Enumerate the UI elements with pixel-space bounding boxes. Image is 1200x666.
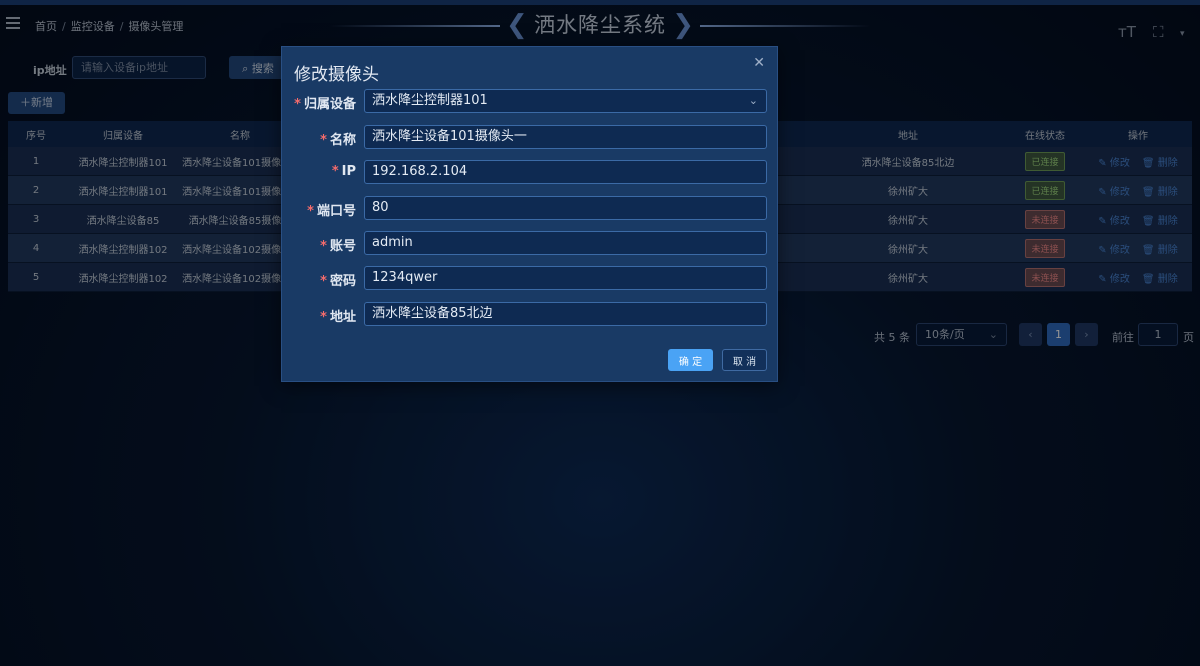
- form-row: * IP 192.168.2.104: [282, 160, 779, 184]
- field-input[interactable]: 192.168.2.104: [364, 160, 767, 184]
- form-row: * 地址 洒水降尘设备85北边: [282, 302, 779, 326]
- required-asterisk: *: [320, 239, 327, 254]
- form-row: * 名称 洒水降尘设备101摄像头一: [282, 125, 779, 149]
- field-input[interactable]: admin: [364, 231, 767, 255]
- field-label-text: 端口号: [316, 204, 356, 219]
- form-row: * 归属设备 洒水降尘控制器101 ⌄: [282, 89, 779, 113]
- form-row: * 密码 1234qwer: [282, 266, 779, 290]
- field-select[interactable]: 洒水降尘控制器101 ⌄: [364, 89, 767, 113]
- field-label-text: 名称: [329, 133, 356, 148]
- field-label-text: IP: [341, 164, 356, 179]
- required-asterisk: *: [320, 274, 327, 289]
- field-input[interactable]: 1234qwer: [364, 266, 767, 290]
- field-label-text: 归属设备: [303, 97, 356, 112]
- close-icon[interactable]: ✕: [753, 55, 765, 71]
- field-value: 洒水降尘控制器101: [372, 93, 488, 108]
- field-value: admin: [372, 235, 413, 250]
- required-asterisk: *: [294, 97, 301, 112]
- field-value: 80: [372, 200, 389, 215]
- field-label: * 地址: [320, 306, 356, 325]
- form-row: * 端口号 80: [282, 196, 779, 220]
- field-input[interactable]: 洒水降尘设备85北边: [364, 302, 767, 326]
- field-label: * 归属设备: [294, 93, 356, 112]
- field-value: 1234qwer: [372, 270, 438, 285]
- field-value: 192.168.2.104: [372, 164, 468, 179]
- field-label: * 账号: [320, 235, 356, 254]
- field-label: * IP: [332, 164, 356, 179]
- field-label: * 密码: [320, 270, 356, 289]
- chevron-down-icon: ⌄: [748, 94, 758, 107]
- confirm-button[interactable]: 确 定: [668, 349, 713, 371]
- field-label: * 名称: [320, 129, 356, 148]
- field-input[interactable]: 80: [364, 196, 767, 220]
- field-label-text: 密码: [329, 274, 356, 289]
- field-label: * 端口号: [307, 200, 356, 219]
- field-label-text: 地址: [329, 310, 356, 325]
- required-asterisk: *: [307, 204, 314, 219]
- dialog-title: 修改摄像头: [294, 65, 379, 85]
- field-value: 洒水降尘设备101摄像头一: [372, 129, 527, 144]
- form-row: * 账号 admin: [282, 231, 779, 255]
- field-value: 洒水降尘设备85北边: [372, 306, 493, 321]
- edit-camera-dialog: 修改摄像头 ✕ * 归属设备 洒水降尘控制器101 ⌄ * 名称 洒水降尘设备101摄像头一…: [281, 46, 778, 382]
- required-asterisk: *: [320, 310, 327, 325]
- required-asterisk: *: [320, 133, 327, 148]
- field-input[interactable]: 洒水降尘设备101摄像头一: [364, 125, 767, 149]
- cancel-button[interactable]: 取 消: [722, 349, 767, 371]
- field-label-text: 账号: [329, 239, 356, 254]
- required-asterisk: *: [331, 164, 339, 179]
